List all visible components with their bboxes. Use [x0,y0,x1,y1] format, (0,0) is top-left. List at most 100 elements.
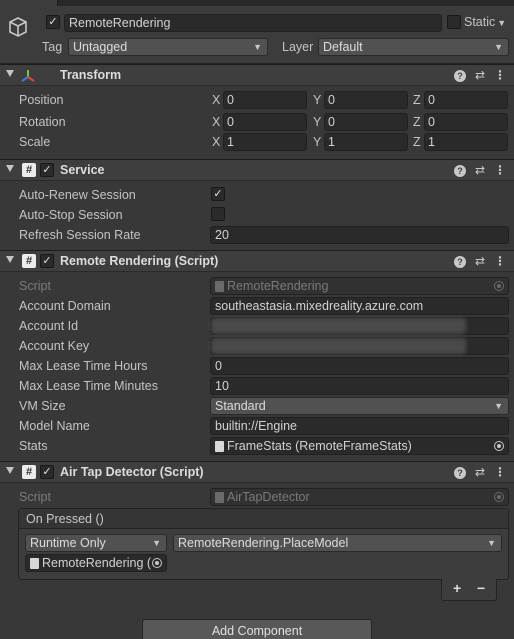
presets-icon[interactable]: ⇄ [475,254,485,268]
target-object-field[interactable]: RemoteRendering ( [25,554,167,572]
runtime-dropdown[interactable]: Runtime Only ▼ [25,534,167,552]
refresh-rate-field[interactable]: 20 [210,226,509,244]
static-checkbox[interactable] [447,15,461,29]
auto-stop-checkbox[interactable] [211,207,225,221]
air-tap-title: Air Tap Detector (Script) [60,465,204,479]
position-z-field[interactable]: 0 [424,91,508,109]
rotation-x-field[interactable]: 0 [223,113,307,131]
foldout-arrow-icon[interactable] [6,256,14,263]
position-label: Position [19,93,64,107]
air-tap-script-field: AirTapDetector [210,488,509,506]
position-y-field[interactable]: 0 [324,91,408,109]
tag-dropdown[interactable]: Untagged ▼ [68,38,268,56]
script-hash-icon: # [22,254,36,268]
chevron-down-icon: ▼ [494,401,503,411]
on-pressed-event: On Pressed () Runtime Only ▼ RemoteRende… [18,508,509,580]
remote-rendering-header[interactable]: # Remote Rendering (Script) ? ⇄ ⋮ [0,250,514,272]
presets-icon[interactable]: ⇄ [475,68,485,82]
transform-header[interactable]: Transform ? ⇄ ⋮ [0,64,514,86]
static-label: Static [464,15,496,29]
context-menu-icon[interactable]: ⋮ [494,254,506,268]
auto-renew-checkbox[interactable] [211,187,225,201]
stats-label: Stats [19,439,48,453]
context-menu-icon[interactable]: ⋮ [494,68,506,82]
service-header[interactable]: # Service ? ⇄ ⋮ [0,159,514,181]
air-tap-header[interactable]: # Air Tap Detector (Script) ? ⇄ ⋮ [0,461,514,483]
on-pressed-header: On Pressed () [19,509,508,529]
function-dropdown[interactable]: RemoteRendering.PlaceModel ▼ [173,534,502,552]
script-file-icon [30,558,39,569]
context-menu-icon[interactable]: ⋮ [494,465,506,479]
remote-rendering-script-field: RemoteRendering [210,277,509,295]
help-icon[interactable]: ? [453,256,466,268]
help-icon[interactable]: ? [453,70,466,82]
model-name-field[interactable]: builtin://Engine [210,417,509,435]
runtime-value: Runtime Only [30,536,106,550]
stats-object-field[interactable]: FrameStats (RemoteFrameStats) [210,437,509,455]
object-picker-icon[interactable] [152,558,162,568]
position-x-field[interactable]: 0 [223,91,307,109]
air-tap-enabled-checkbox[interactable] [40,465,54,479]
object-picker-icon [494,492,504,502]
remote-rendering-enabled-checkbox[interactable] [40,254,54,268]
context-menu-icon[interactable]: ⋮ [494,163,506,177]
script-value: RemoteRendering [227,279,329,293]
account-key-field-redacted[interactable] [210,337,509,355]
script-label: Script [19,490,51,504]
refresh-rate-label: Refresh Session Rate [19,228,141,242]
script-file-icon [215,441,224,452]
chevron-down-icon: ▼ [494,42,503,52]
add-listener-button[interactable]: + [453,580,461,596]
stats-value: FrameStats (RemoteFrameStats) [227,439,412,453]
service-enabled-checkbox[interactable] [40,163,54,177]
rotation-y-field[interactable]: 0 [324,113,408,131]
account-id-label: Account Id [19,319,79,333]
axis-y-label: Y [313,115,322,129]
presets-icon[interactable]: ⇄ [475,163,485,177]
account-key-label: Account Key [19,339,90,353]
static-dropdown[interactable]: Static ▼ [464,15,506,29]
help-icon[interactable]: ? [453,467,466,479]
axis-x-label: X [212,135,221,149]
function-value: RemoteRendering.PlaceModel [178,536,349,550]
gameobject-name-field[interactable]: RemoteRendering [64,14,442,32]
scale-z-field[interactable]: 1 [424,133,508,151]
layer-dropdown[interactable]: Default ▼ [318,38,509,56]
max-lease-minutes-field[interactable]: 10 [210,377,509,395]
rotation-z-field[interactable]: 0 [424,113,508,131]
max-lease-hours-field[interactable]: 0 [210,357,509,375]
object-picker-icon[interactable] [494,441,504,451]
layer-value: Default [323,40,363,54]
rotation-label: Rotation [19,115,66,129]
remove-listener-button[interactable]: − [477,580,485,596]
axis-y-label: Y [313,135,322,149]
gameobject-header: RemoteRendering Static▼ Tag Untagged ▼ L… [0,6,514,64]
chevron-down-icon: ▼ [253,42,262,52]
scale-label: Scale [19,135,51,149]
transform-title: Transform [60,68,122,82]
max-lease-hours-label: Max Lease Time Hours [19,359,148,373]
vm-size-dropdown[interactable]: Standard ▼ [210,397,509,415]
account-domain-field[interactable]: southeastasia.mixedreality.azure.com [210,297,509,315]
layer-label: Layer [282,40,314,54]
max-lease-minutes-label: Max Lease Time Minutes [19,379,158,393]
script-label: Script [19,279,51,293]
scale-x-field[interactable]: 1 [223,133,307,151]
account-id-field-redacted[interactable] [210,317,509,335]
help-icon[interactable]: ? [453,165,466,177]
auto-stop-label: Auto-Stop Session [19,208,123,222]
foldout-arrow-icon[interactable] [6,165,14,172]
foldout-arrow-icon[interactable] [6,467,14,474]
axis-z-label: Z [413,115,421,129]
service-title: Service [60,163,105,177]
gameobject-active-checkbox[interactable] [46,15,60,29]
add-component-button[interactable]: Add Component [142,619,372,639]
presets-icon[interactable]: ⇄ [475,465,485,479]
axis-y-label: Y [313,93,322,107]
foldout-arrow-icon[interactable] [6,70,14,77]
scale-y-field[interactable]: 1 [324,133,408,151]
target-value: RemoteRendering ( [42,556,152,570]
axis-z-label: Z [413,135,421,149]
model-name-label: Model Name [19,419,90,433]
object-picker-icon [494,281,504,291]
